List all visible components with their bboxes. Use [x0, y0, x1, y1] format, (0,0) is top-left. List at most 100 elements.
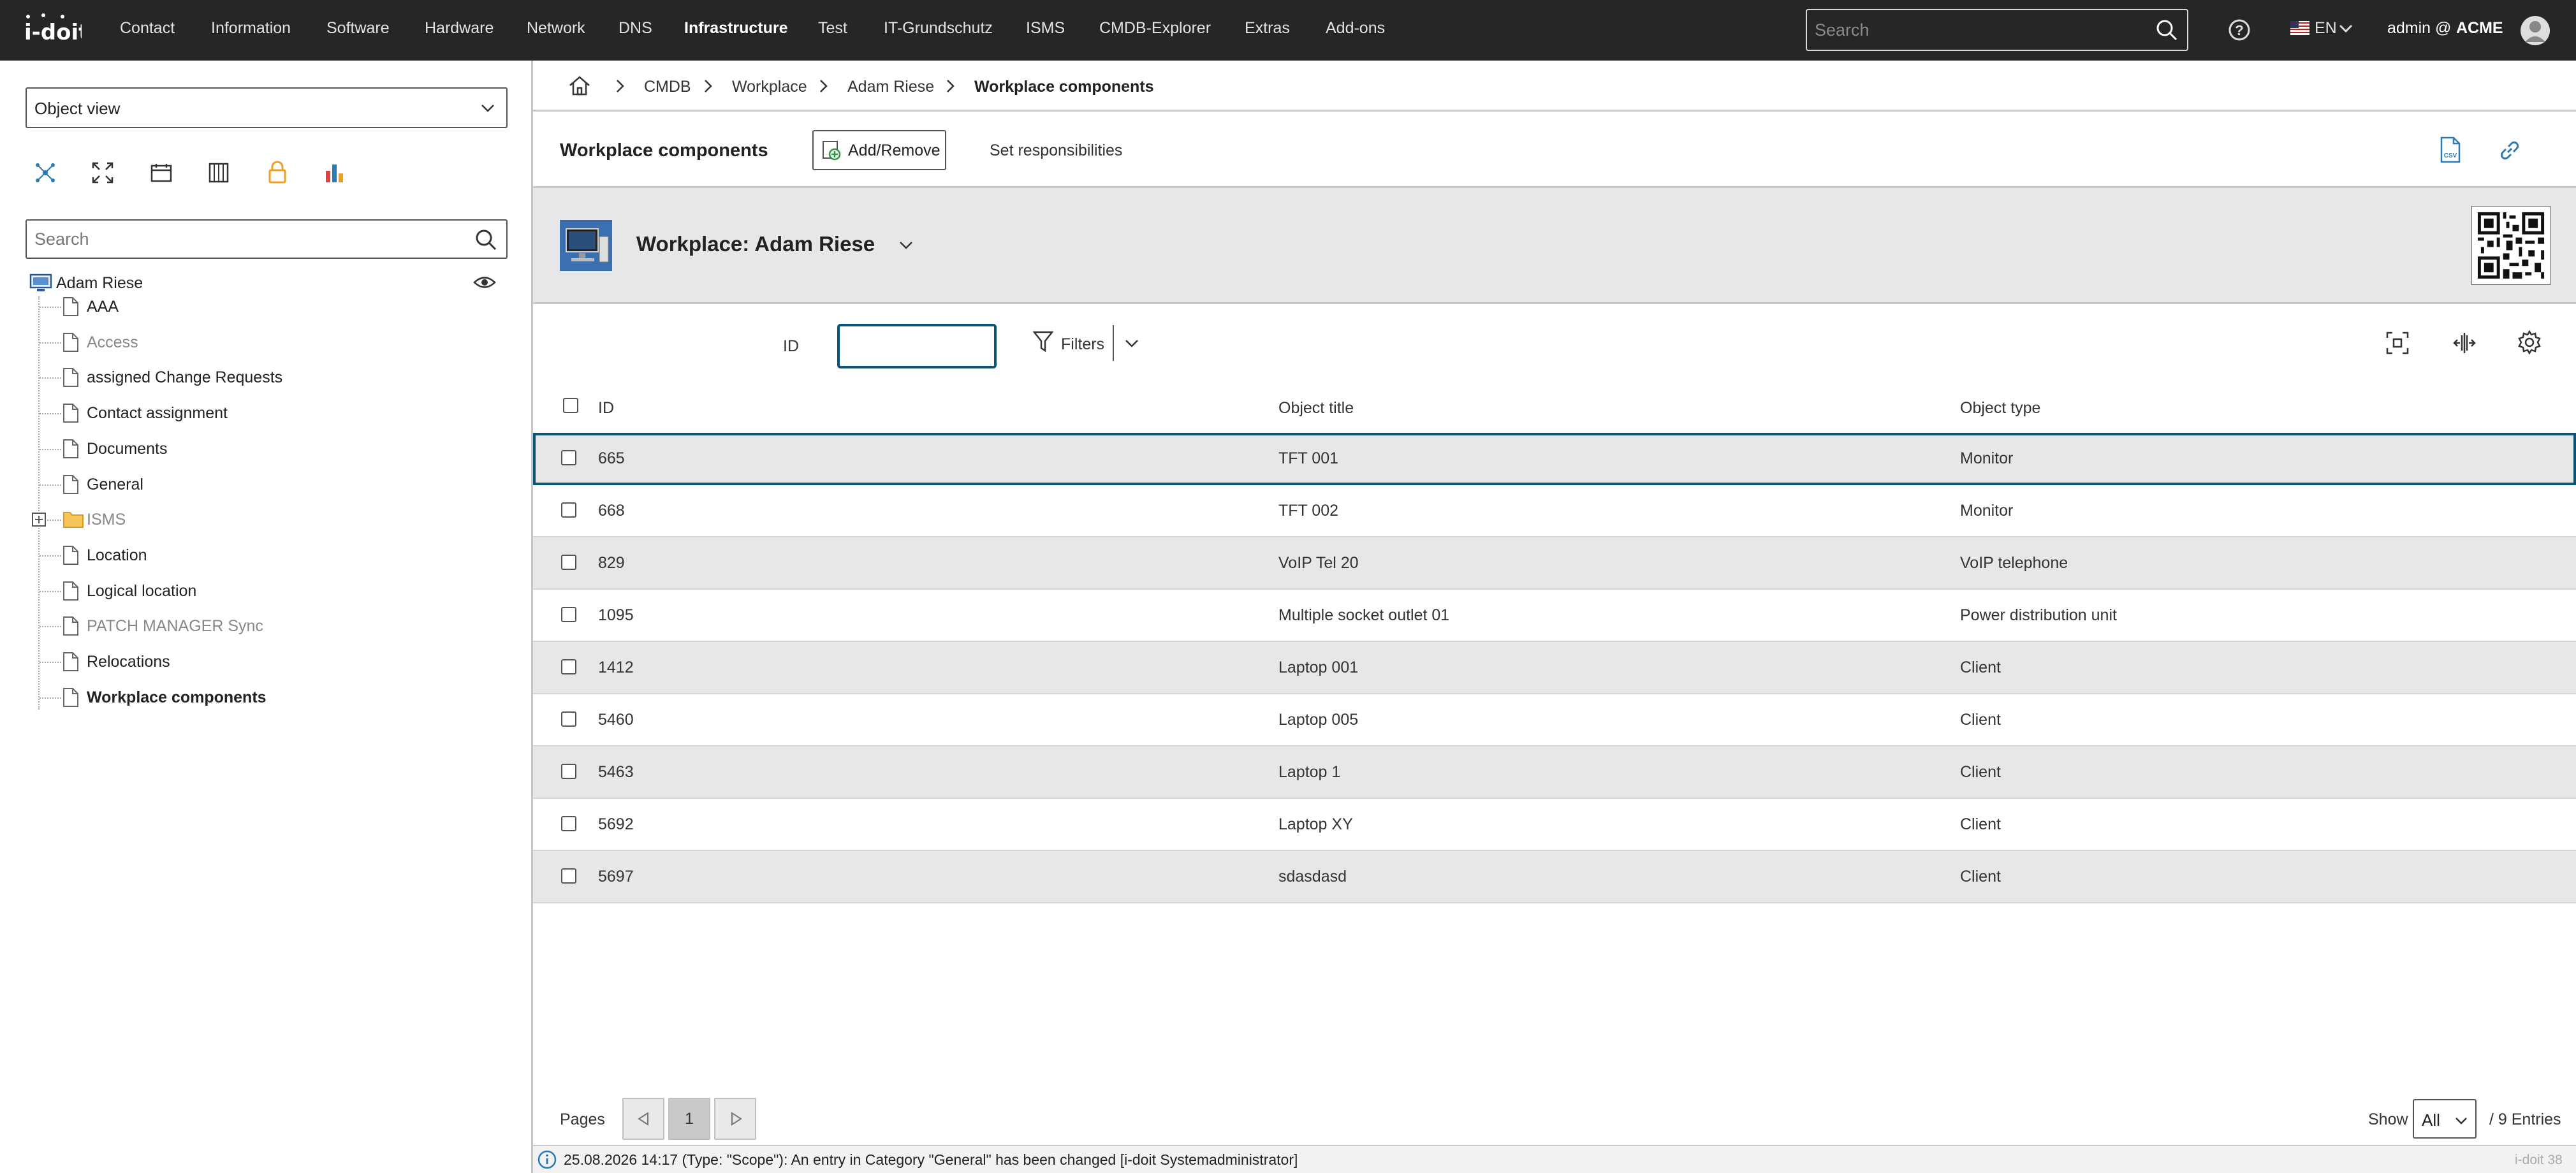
cell-object-title[interactable]: Laptop 1 — [1278, 763, 1340, 782]
nav-extras[interactable]: Extras — [1245, 19, 1290, 38]
tree-search-input[interactable] — [27, 221, 460, 258]
table-row[interactable]: 5463 Laptop 1 Client — [533, 747, 2576, 799]
table-row[interactable]: 829 VoIP Tel 20 VoIP telephone — [533, 537, 2576, 590]
row-checkbox[interactable] — [561, 868, 576, 884]
select-all-checkbox[interactable] — [563, 398, 578, 413]
set-responsibilities-button[interactable]: Set responsibilities — [990, 142, 1122, 160]
tree-item[interactable]: ISMS — [87, 511, 126, 529]
add-remove-button[interactable]: Add/Remove — [812, 130, 946, 170]
row-checkbox[interactable] — [561, 659, 576, 674]
tree-item[interactable]: Contact assignment — [87, 404, 228, 423]
next-page-button[interactable] — [714, 1098, 756, 1140]
page-size-select[interactable]: All — [2413, 1099, 2477, 1139]
breadcrumb-cmdb[interactable]: CMDB — [644, 78, 691, 96]
id-filter-input[interactable] — [837, 324, 997, 368]
calendar-icon[interactable] — [150, 163, 172, 182]
table-row[interactable]: 665 TFT 001 Monitor — [533, 433, 2576, 485]
nav-information[interactable]: Information — [211, 19, 291, 38]
table-row[interactable]: 5460 Laptop 005 Client — [533, 694, 2576, 747]
tree-root-adam-riese[interactable]: Adam Riese — [56, 274, 143, 293]
cell-object-title[interactable]: Laptop 001 — [1278, 659, 1358, 677]
expand-icon[interactable] — [92, 162, 113, 184]
view-select[interactable]: Object view — [26, 87, 508, 128]
table-row[interactable]: 668 TFT 002 Monitor — [533, 485, 2576, 537]
row-checkbox[interactable] — [561, 450, 576, 465]
current-page-button[interactable]: 1 — [668, 1098, 710, 1140]
tree-item[interactable]: AAA — [87, 298, 119, 316]
bar-chart-icon[interactable] — [324, 162, 346, 184]
qr-code[interactable] — [2471, 206, 2550, 285]
tree-item[interactable]: Workplace components — [87, 688, 267, 707]
nav-hardware[interactable]: Hardware — [425, 19, 494, 38]
breadcrumb-adam-riese[interactable]: Adam Riese — [847, 78, 934, 96]
network-graph-icon[interactable] — [34, 162, 56, 184]
cell-object-title[interactable]: VoIP Tel 20 — [1278, 554, 1359, 572]
tree-item[interactable]: PATCH MANAGER Sync — [87, 617, 263, 636]
column-header-id[interactable]: ID — [598, 399, 614, 418]
gear-icon[interactable] — [2517, 330, 2542, 354]
nav-network[interactable]: Network — [527, 19, 585, 38]
computer-icon — [29, 273, 52, 293]
cell-object-title[interactable]: TFT 002 — [1278, 502, 1338, 520]
row-checkbox[interactable] — [561, 502, 576, 518]
avatar[interactable] — [2520, 15, 2550, 46]
table-row[interactable]: 1412 Laptop 001 Client — [533, 642, 2576, 694]
chevron-down-icon[interactable] — [2339, 24, 2353, 33]
nav-software[interactable]: Software — [326, 19, 390, 38]
row-checkbox[interactable] — [561, 764, 576, 779]
table-row[interactable]: 5697 sdasdasd Client — [533, 851, 2576, 903]
row-checkbox[interactable] — [561, 711, 576, 727]
nav-it-grundschutz[interactable]: IT-Grundschutz — [884, 19, 993, 38]
tree-item[interactable]: General — [87, 476, 143, 494]
tree-item[interactable]: Location — [87, 546, 147, 565]
language-selector[interactable]: EN — [2315, 19, 2337, 38]
expand-plus-icon[interactable] — [31, 512, 47, 527]
tree-item[interactable]: Relocations — [87, 653, 170, 671]
tree-item[interactable]: assigned Change Requests — [87, 368, 282, 387]
help-icon[interactable]: ? — [2228, 18, 2251, 41]
filter-icon[interactable] — [1033, 330, 1053, 353]
row-checkbox[interactable] — [561, 816, 576, 831]
tree-item[interactable]: Logical location — [87, 582, 196, 601]
user-label[interactable]: admin @ — [2387, 19, 2451, 38]
search-icon[interactable] — [2155, 18, 2178, 41]
tree-item[interactable]: Documents — [87, 440, 167, 458]
cell-object-title[interactable]: sdasdasd — [1278, 868, 1347, 886]
tenant-label[interactable]: ACME — [2456, 19, 2503, 38]
nav-isms[interactable]: ISMS — [1026, 19, 1065, 38]
prev-page-button[interactable] — [622, 1098, 664, 1140]
lock-icon[interactable] — [268, 161, 287, 184]
app-logo[interactable]: i-doit — [24, 11, 82, 47]
fullscreen-icon[interactable] — [2386, 332, 2409, 354]
home-icon[interactable] — [569, 75, 590, 96]
search-icon[interactable] — [474, 228, 497, 251]
cell-object-title[interactable]: Multiple socket outlet 01 — [1278, 606, 1449, 625]
filters-button[interactable]: Filters — [1061, 335, 1104, 354]
breadcrumb-workplace[interactable]: Workplace — [732, 78, 807, 96]
rack-icon[interactable] — [208, 162, 230, 184]
row-checkbox[interactable] — [561, 607, 576, 622]
chevron-down-icon[interactable] — [1125, 339, 1139, 348]
global-search-input[interactable] — [1807, 10, 2145, 50]
cell-object-title[interactable]: TFT 001 — [1278, 449, 1338, 468]
table-row[interactable]: 1095 Multiple socket outlet 01 Power distr… — [533, 590, 2576, 642]
link-icon[interactable] — [2498, 139, 2521, 162]
flag-icon — [2290, 21, 2309, 35]
row-checkbox[interactable] — [561, 555, 576, 570]
nav-test[interactable]: Test — [818, 19, 847, 38]
column-header-object-type[interactable]: Object type — [1960, 399, 2040, 418]
cell-object-title[interactable]: Laptop 005 — [1278, 711, 1358, 729]
column-resize-icon[interactable] — [2452, 332, 2477, 354]
nav-contact[interactable]: Contact — [120, 19, 175, 38]
table-row[interactable]: 5692 Laptop XY Client — [533, 799, 2576, 851]
csv-export-icon[interactable]: CSV — [2440, 136, 2461, 163]
column-header-object-title[interactable]: Object title — [1278, 399, 1354, 418]
nav-infrastructure[interactable]: Infrastructure — [684, 19, 788, 38]
cell-object-title[interactable]: Laptop XY — [1278, 815, 1353, 834]
eye-icon[interactable] — [473, 274, 496, 291]
nav-add-ons[interactable]: Add-ons — [1326, 19, 1385, 38]
nav-dns[interactable]: DNS — [618, 19, 652, 38]
nav-cmdb-explorer[interactable]: CMDB-Explorer — [1099, 19, 1211, 38]
tree-item[interactable]: Access — [87, 333, 138, 352]
chevron-down-icon[interactable] — [899, 241, 913, 250]
